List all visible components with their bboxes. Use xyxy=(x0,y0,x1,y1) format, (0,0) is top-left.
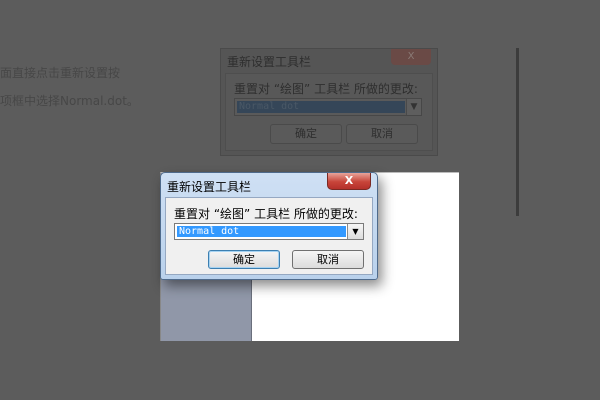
dialog-body: 重置对 “绘图” 工具栏 所做的更改: Normal dot ▼ 确定 取消 xyxy=(165,197,373,275)
cancel-button[interactable]: 取消 xyxy=(292,250,364,269)
background-text-line-2: 项框中选择Normal.dot。 xyxy=(0,94,139,108)
background-close-icon: X xyxy=(391,49,431,65)
background-ok-button: 确定 xyxy=(270,124,342,144)
dialog-prompt: 重置对 “绘图” 工具栏 所做的更改: xyxy=(174,207,358,221)
reset-toolbar-dialog: 重新设置工具栏 X 重置对 “绘图” 工具栏 所做的更改: Normal dot… xyxy=(160,172,378,280)
background-chevron-down-icon: ▼ xyxy=(406,99,421,115)
chevron-down-icon[interactable]: ▼ xyxy=(347,224,363,239)
background-dialog-body: 重置对 “绘图” 工具栏 所做的更改: Normal dot ▼ 确定 取消 xyxy=(225,73,433,151)
background-dialog-combo: Normal dot ▼ xyxy=(234,98,422,116)
dialog-title: 重新设置工具栏 xyxy=(167,180,252,194)
background-dialog-value: Normal dot xyxy=(237,101,405,113)
divider xyxy=(516,48,519,216)
background-dialog: 重新设置工具栏 X 重置对 “绘图” 工具栏 所做的更改: Normal dot… xyxy=(220,48,438,156)
ok-button[interactable]: 确定 xyxy=(208,250,280,269)
template-select[interactable]: Normal dot ▼ xyxy=(174,223,364,240)
background-text-line-1: 面直接点击重新设置按 xyxy=(0,66,121,80)
template-select-value[interactable]: Normal dot xyxy=(177,226,346,237)
close-icon[interactable]: X xyxy=(327,173,371,190)
background-dialog-title: 重新设置工具栏 xyxy=(227,55,312,69)
background-dialog-prompt: 重置对 “绘图” 工具栏 所做的更改: xyxy=(234,82,418,96)
background-cancel-button: 取消 xyxy=(346,124,418,144)
